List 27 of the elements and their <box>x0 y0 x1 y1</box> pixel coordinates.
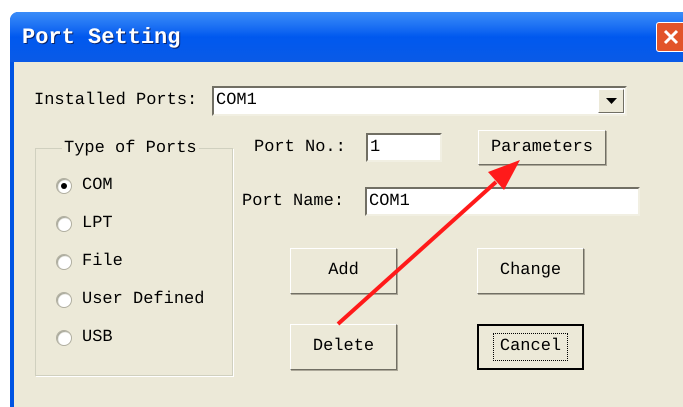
dialog-button[interactable]: Change <box>477 248 584 294</box>
radio-button[interactable] <box>56 178 72 194</box>
dialog-button[interactable]: Cancel <box>477 324 584 370</box>
field-label: Port No.: <box>254 136 347 159</box>
radio-button[interactable] <box>56 292 72 308</box>
radio-label: LPT <box>82 212 113 235</box>
radio-label: File <box>82 250 123 273</box>
window-title: Port Setting <box>22 24 180 52</box>
group-label: Type of Ports <box>63 138 198 160</box>
radio-button[interactable] <box>56 254 72 270</box>
dialog-button[interactable]: Add <box>290 248 397 294</box>
dropdown-arrow-button[interactable] <box>598 89 624 113</box>
radio-button[interactable] <box>56 216 72 232</box>
radio-button[interactable] <box>56 330 72 346</box>
input-field[interactable]: COM1 <box>365 187 640 216</box>
dropdown-field[interactable]: COM1 <box>212 86 627 116</box>
close-button[interactable] <box>656 22 683 52</box>
radio-label: USB <box>82 326 113 349</box>
field-label: Port Name: <box>242 190 346 213</box>
dialog-button[interactable]: Delete <box>290 324 397 370</box>
parameters-button[interactable]: Parameters <box>478 130 606 165</box>
input-field[interactable]: 1 <box>366 133 442 162</box>
field-label: Installed Ports: <box>34 90 198 112</box>
caret-icon <box>606 98 616 104</box>
radio-label: COM <box>82 174 113 197</box>
close-icon <box>662 28 680 46</box>
radio-label: User Defined <box>82 288 204 311</box>
